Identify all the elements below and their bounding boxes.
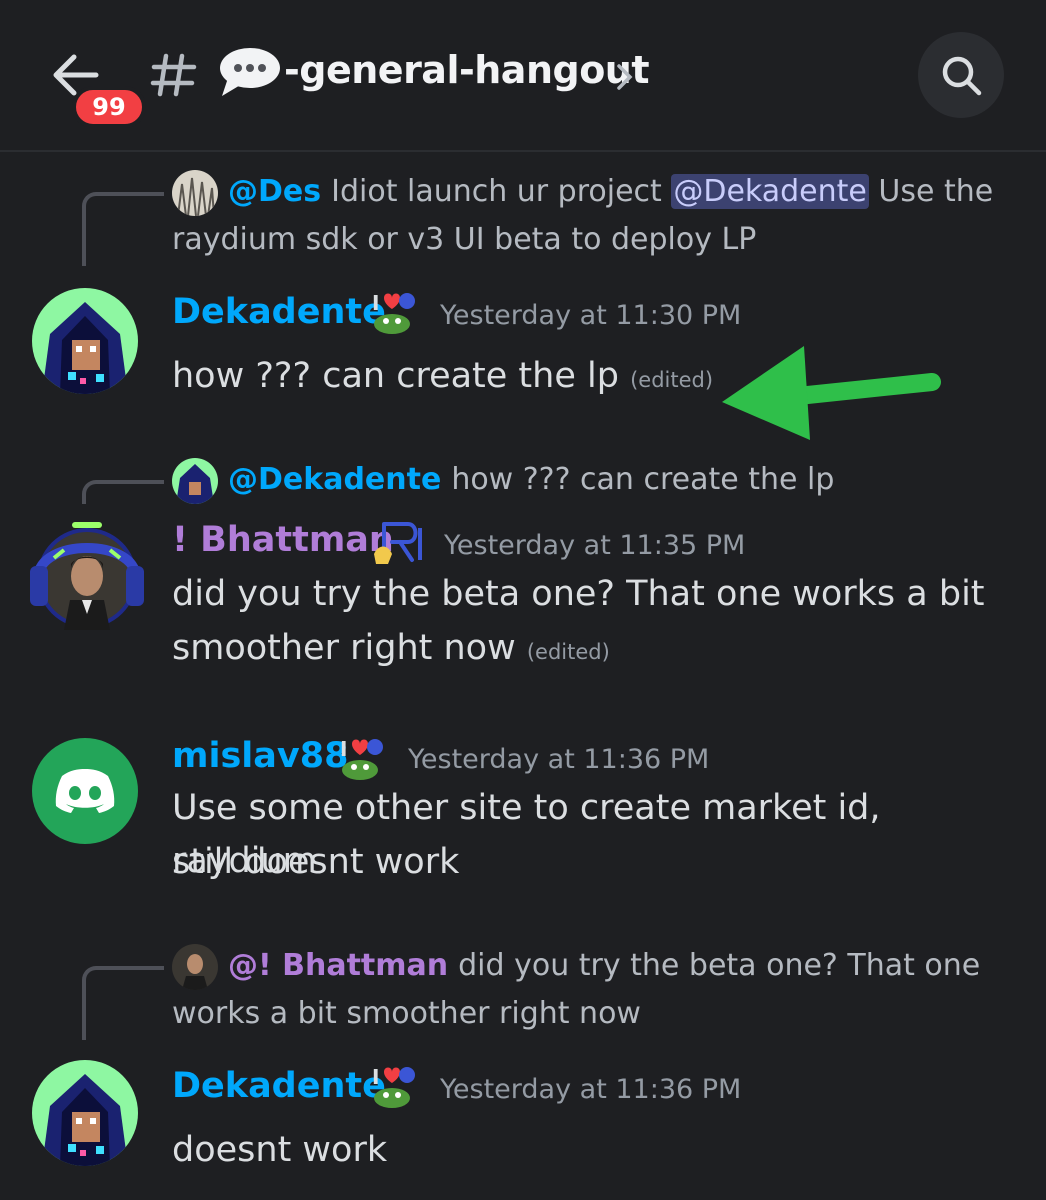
- timestamp: Yesterday at 11:36 PM: [440, 1074, 742, 1105]
- reply-author: @Des: [228, 174, 322, 209]
- reply-preview[interactable]: @! Bhattman did you try the beta one? Tha…: [172, 942, 980, 990]
- svg-text:I: I: [372, 291, 379, 315]
- mention-pill[interactable]: @Dekadente: [671, 174, 869, 209]
- avatar[interactable]: [32, 1060, 138, 1166]
- channel-name[interactable]: -general-hangout: [284, 48, 650, 92]
- mini-avatar: [172, 457, 218, 504]
- message-text: still doesnt work: [172, 842, 460, 882]
- unread-badge: 99: [72, 86, 146, 128]
- username[interactable]: ! Bhattman: [172, 520, 394, 560]
- message-text: did you try the beta one? That one works…: [172, 574, 985, 614]
- speech-bubble-icon: [218, 46, 282, 98]
- reply-preview[interactable]: @Des Idiot launch ur project @Dekadente U…: [172, 168, 993, 216]
- header-divider: [0, 150, 1046, 152]
- message-text: doesnt work: [172, 1130, 388, 1170]
- chevron-right-icon[interactable]: [614, 60, 636, 94]
- svg-text:I: I: [340, 737, 347, 761]
- reply-author: @Dekadente: [228, 462, 442, 497]
- reply-connector: [82, 480, 164, 504]
- reply-text: Idiot launch ur project: [331, 174, 662, 209]
- role-icon: I: [370, 290, 416, 336]
- username[interactable]: Dekadente: [172, 1066, 386, 1106]
- mini-avatar: [172, 943, 218, 990]
- raydium-role-icon: [372, 520, 422, 566]
- role-icon: I: [338, 736, 384, 782]
- message-content: smoother right now (edited): [172, 622, 1012, 679]
- edited-label: (edited): [526, 640, 610, 664]
- reply-text-line2: works a bit smoother right now: [172, 996, 641, 1031]
- avatar[interactable]: [24, 518, 150, 630]
- svg-text:I: I: [372, 1065, 379, 1089]
- reply-connector: [82, 966, 164, 1040]
- avatar[interactable]: [32, 738, 138, 844]
- discord-logo-icon: [32, 738, 138, 844]
- reply-text: Use the: [878, 174, 994, 209]
- annotation-arrow-icon: [718, 344, 944, 444]
- edited-label: (edited): [630, 368, 714, 392]
- timestamp: Yesterday at 11:35 PM: [444, 530, 746, 561]
- message-text: how ??? can create the lp: [172, 356, 619, 396]
- reply-text: did you try the beta one? That one: [458, 948, 981, 983]
- reply-preview[interactable]: @Dekadente how ??? can create the lp: [172, 456, 834, 504]
- hash-icon: [150, 52, 198, 98]
- reply-connector: [82, 192, 164, 266]
- timestamp: Yesterday at 11:36 PM: [408, 744, 710, 775]
- reply-author: @! Bhattman: [228, 948, 449, 983]
- reply-text: how ??? can create the lp: [451, 462, 835, 497]
- role-icon: I: [370, 1064, 416, 1110]
- username[interactable]: mislav88: [172, 736, 348, 776]
- message-text: smoother right now: [172, 628, 516, 668]
- channel-header: 99 -general-hangout: [0, 0, 1046, 150]
- username[interactable]: Dekadente: [172, 292, 386, 332]
- mini-avatar: [172, 169, 218, 216]
- search-icon: [942, 56, 982, 96]
- search-button[interactable]: [918, 32, 1004, 118]
- avatar[interactable]: [32, 288, 138, 394]
- timestamp: Yesterday at 11:30 PM: [440, 300, 742, 331]
- reply-text-line2: raydium sdk or v3 UI beta to deploy LP: [172, 222, 757, 257]
